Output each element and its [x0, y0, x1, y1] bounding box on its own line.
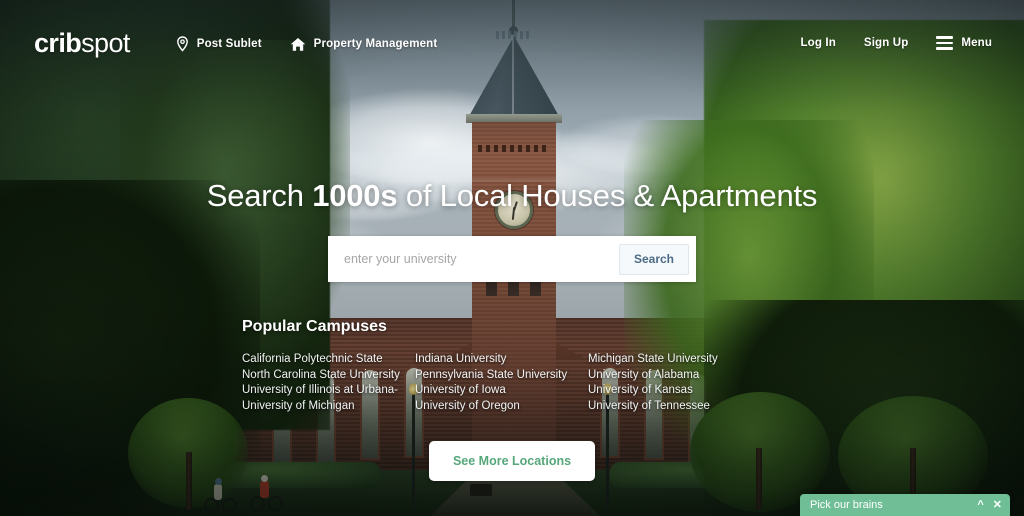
nav-sign-up[interactable]: Sign Up	[864, 37, 909, 49]
cyclist-helmet	[261, 475, 268, 482]
nav-post-sublet[interactable]: Post Sublet	[176, 36, 262, 52]
search-input[interactable]	[344, 252, 619, 266]
tree-trunk	[756, 448, 762, 510]
bicycle-wheel	[204, 498, 219, 513]
secondary-nav: Log In Sign Up Menu	[800, 36, 1000, 50]
headline-prefix: Search	[206, 178, 313, 213]
university-search-bar: Search	[328, 236, 696, 282]
bicycle-wheel	[250, 496, 265, 511]
campus-column-3: Michigan State University University of …	[588, 352, 761, 414]
campus-link[interactable]: North Carolina State University	[242, 368, 415, 383]
bicycle-wheel	[222, 498, 237, 513]
campus-link[interactable]: Pennsylvania State University	[415, 368, 588, 383]
page-title: Search 1000s of Local Houses & Apartment…	[206, 178, 818, 214]
trash-bin	[470, 484, 492, 496]
campus-link[interactable]: University of Oregon	[415, 399, 588, 414]
tower-corbel-band	[478, 145, 550, 152]
chat-widget[interactable]: Pick our brains ^ ✕	[800, 494, 1010, 516]
headline-emphasis: 1000s	[312, 178, 398, 213]
campus-link[interactable]: University of Kansas	[588, 383, 761, 398]
nav-post-sublet-label: Post Sublet	[196, 38, 262, 50]
campus-column-2: Indiana University Pennsylvania State Un…	[415, 352, 588, 414]
campus-link[interactable]: Indiana University	[415, 352, 588, 367]
campus-link[interactable]: University of Michigan	[242, 399, 415, 414]
chat-widget-title: Pick our brains	[810, 499, 883, 511]
tree-trunk	[186, 452, 192, 510]
campus-link[interactable]: California Polytechnic State	[242, 352, 415, 367]
nav-sign-up-label: Sign Up	[863, 36, 909, 49]
site-header: cribspot Post Sublet Property Management…	[0, 0, 1024, 86]
popular-campuses-section: Popular Campuses California Polytechnic …	[238, 318, 778, 414]
house-icon	[290, 37, 306, 52]
popular-campuses-heading: Popular Campuses	[242, 318, 387, 335]
campus-link[interactable]: Michigan State University	[588, 352, 761, 367]
cribspot-logo[interactable]: cribspot	[34, 30, 130, 57]
search-button[interactable]: Search	[618, 243, 689, 275]
primary-nav: Post Sublet Property Management	[176, 36, 438, 52]
campus-link[interactable]: University of Illinois at Urbana-	[242, 383, 415, 398]
campus-column-1: California Polytechnic State North Carol…	[242, 352, 415, 414]
nav-log-in[interactable]: Log In	[800, 37, 835, 49]
cyclist-torso	[214, 484, 222, 500]
hamburger-icon	[936, 36, 954, 50]
landing-page: cribspot Post Sublet Property Management…	[0, 0, 1024, 516]
chevron-up-icon[interactable]: ^	[977, 499, 983, 511]
campus-columns: California Polytechnic State North Carol…	[238, 352, 778, 414]
cyclist-helmet	[215, 478, 222, 485]
close-icon[interactable]: ✕	[993, 499, 1002, 511]
campus-link[interactable]: University of Alabama	[588, 368, 761, 383]
cyclist-torso	[260, 481, 269, 498]
nav-property-management-label: Property Management	[313, 38, 438, 50]
campus-link[interactable]: University of Iowa	[415, 383, 588, 398]
bicycle-wheel	[268, 496, 283, 511]
nav-log-in-label: Log In	[800, 36, 836, 49]
nav-menu[interactable]: Menu	[936, 36, 992, 50]
logo-light-part: spot	[81, 28, 130, 58]
campus-link[interactable]: University of Tennessee	[588, 399, 761, 414]
headline-suffix: of Local Houses & Apartments	[397, 178, 818, 213]
nav-property-management[interactable]: Property Management	[290, 37, 438, 52]
map-pin-icon	[176, 36, 189, 52]
tower-brick-shaft	[472, 122, 556, 470]
logo-bold-part: crib	[34, 28, 82, 58]
see-more-locations-button[interactable]: See More Locations	[428, 441, 596, 482]
nav-menu-label: Menu	[961, 36, 992, 49]
